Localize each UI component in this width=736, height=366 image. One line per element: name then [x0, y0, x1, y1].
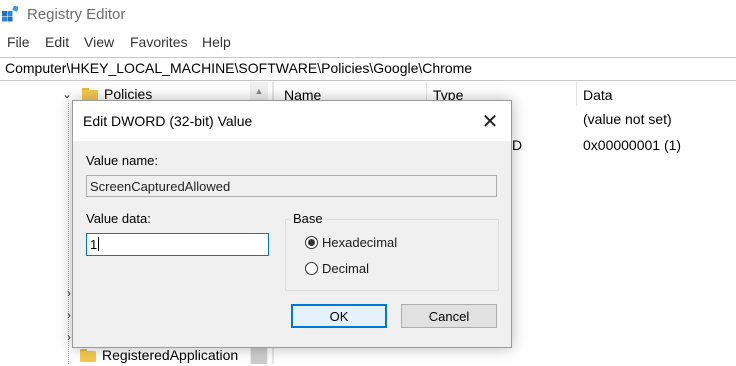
close-icon[interactable]: ✕ — [479, 110, 501, 133]
radio-unselected-icon[interactable] — [305, 262, 318, 275]
base-label: Base — [291, 211, 325, 226]
app-title: Registry Editor — [27, 6, 126, 23]
cancel-button[interactable]: Cancel — [401, 304, 497, 328]
radio-label: Decimal — [322, 261, 369, 276]
value-name-field[interactable]: ScreenCapturedAllowed — [86, 175, 497, 197]
scroll-up-icon[interactable]: ▲ — [250, 82, 268, 100]
menu-favorites[interactable]: Favorites — [130, 34, 188, 50]
dialog-title-bar[interactable]: Edit DWORD (32-bit) Value ✕ — [73, 101, 511, 141]
text-caret — [98, 237, 100, 251]
base-group — [285, 219, 499, 291]
menu-edit[interactable]: Edit — [45, 34, 69, 50]
list-row-data[interactable]: 0x00000001 (1) — [583, 137, 681, 153]
tree-item-label: RegisteredApplication — [102, 347, 239, 363]
radio-selected-icon[interactable] — [305, 236, 318, 249]
edit-dword-dialog: Edit DWORD (32-bit) Value ✕ Value name: … — [72, 100, 512, 348]
folder-icon — [80, 348, 96, 362]
folder-icon — [82, 87, 98, 101]
value-name-label: Value name: — [86, 153, 159, 168]
list-row-data[interactable]: (value not set) — [583, 111, 672, 127]
registry-editor-icon — [2, 6, 18, 22]
menu-bar: File Edit View Favorites Help — [0, 30, 736, 56]
list-row-type[interactable]: D — [512, 137, 522, 153]
column-header-data[interactable]: Data — [583, 87, 613, 103]
dialog-title: Edit DWORD (32-bit) Value — [83, 113, 253, 129]
address-path[interactable]: Computer\HKEY_LOCAL_MACHINE\SOFTWARE\Pol… — [5, 60, 472, 76]
value-data-input[interactable]: 1 — [86, 233, 269, 256]
menu-file[interactable]: File — [7, 34, 30, 50]
menu-view[interactable]: View — [84, 34, 114, 50]
radio-hexadecimal[interactable]: Hexadecimal — [305, 235, 397, 250]
radio-label: Hexadecimal — [322, 235, 398, 250]
tree-connector-line — [68, 103, 69, 364]
radio-decimal[interactable]: Decimal — [305, 261, 369, 276]
value-data-text: 1 — [90, 237, 98, 252]
ok-button[interactable]: OK — [291, 304, 387, 328]
menu-help[interactable]: Help — [202, 34, 231, 50]
column-separator[interactable] — [576, 82, 577, 106]
value-data-label: Value data: — [86, 211, 151, 226]
chevron-down-icon[interactable]: ⌄ — [60, 87, 74, 101]
